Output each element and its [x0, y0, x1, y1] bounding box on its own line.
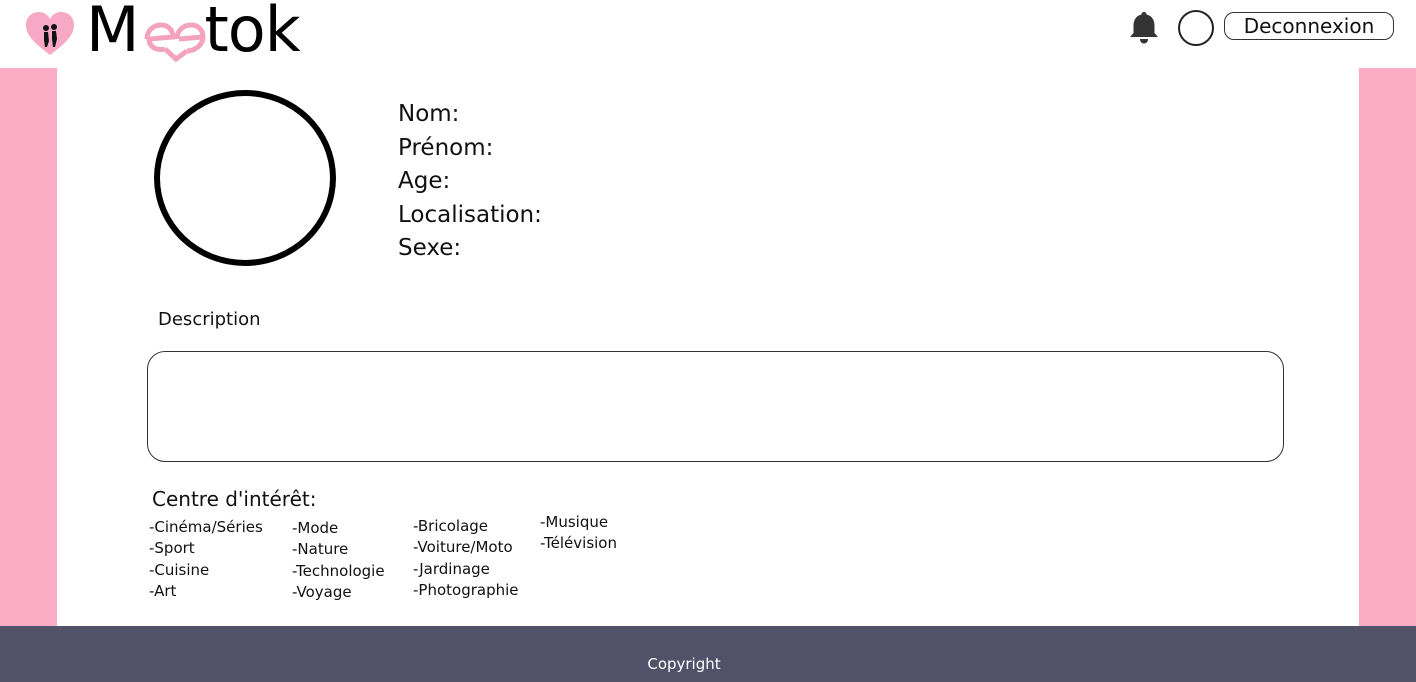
description-label: Description: [158, 309, 261, 330]
interests-title: Centre d'intérêt:: [152, 487, 317, 511]
interest-item[interactable]: -Cinéma/Séries: [149, 517, 263, 538]
interests-column-1: -Cinéma/Séries -Sport -Cuisine -Art: [149, 517, 263, 602]
bell-icon[interactable]: [1126, 9, 1162, 45]
logout-button[interactable]: Deconnexion: [1224, 12, 1394, 40]
interests-column-3: -Bricolage -Voiture/Moto -Jardinage -Pho…: [413, 516, 519, 601]
interest-item[interactable]: -Sport: [149, 538, 263, 559]
interest-item[interactable]: -Photographie: [413, 580, 519, 601]
top-header: Mtok Deconnexion: [0, 0, 1416, 68]
heart-couple-icon: [26, 12, 74, 55]
user-avatar-icon[interactable]: [1178, 10, 1214, 46]
interest-item[interactable]: -Nature: [292, 539, 385, 560]
field-age: Age:: [398, 168, 451, 194]
interest-item[interactable]: -Bricolage: [413, 516, 519, 537]
logo-heart-ee-icon: [144, 22, 206, 63]
interest-item[interactable]: -Technologie: [292, 561, 385, 582]
profile-photo[interactable]: [154, 90, 336, 266]
field-nom: Nom:: [398, 101, 460, 127]
copyright-text: Copyright: [647, 655, 721, 673]
interest-item[interactable]: -Mode: [292, 518, 385, 539]
right-side-band: [1359, 68, 1416, 626]
field-prenom: Prénom:: [398, 134, 494, 161]
interests-column-4: -Musique -Télévision: [540, 512, 617, 555]
interest-item[interactable]: -Voiture/Moto: [413, 537, 519, 558]
field-sexe: Sexe:: [398, 235, 462, 261]
interest-item[interactable]: -Musique: [540, 512, 617, 533]
description-box[interactable]: [147, 351, 1284, 462]
profile-info: Nom: Prénom: Age: Localisation: Sexe:: [398, 98, 542, 266]
interest-item[interactable]: -Art: [149, 581, 263, 602]
interest-item[interactable]: -Jardinage: [413, 559, 519, 580]
logo-letter-m: M: [86, 0, 139, 66]
interest-item[interactable]: -Télévision: [540, 533, 617, 554]
interests-column-2: -Mode -Nature -Technologie -Voyage: [292, 518, 385, 603]
field-localisation: Localisation:: [398, 201, 542, 228]
footer: [0, 626, 1416, 682]
left-side-band: [0, 68, 57, 626]
interest-item[interactable]: -Voyage: [292, 582, 385, 603]
logo-letters-tok: tok: [204, 0, 301, 66]
interest-item[interactable]: -Cuisine: [149, 560, 263, 581]
